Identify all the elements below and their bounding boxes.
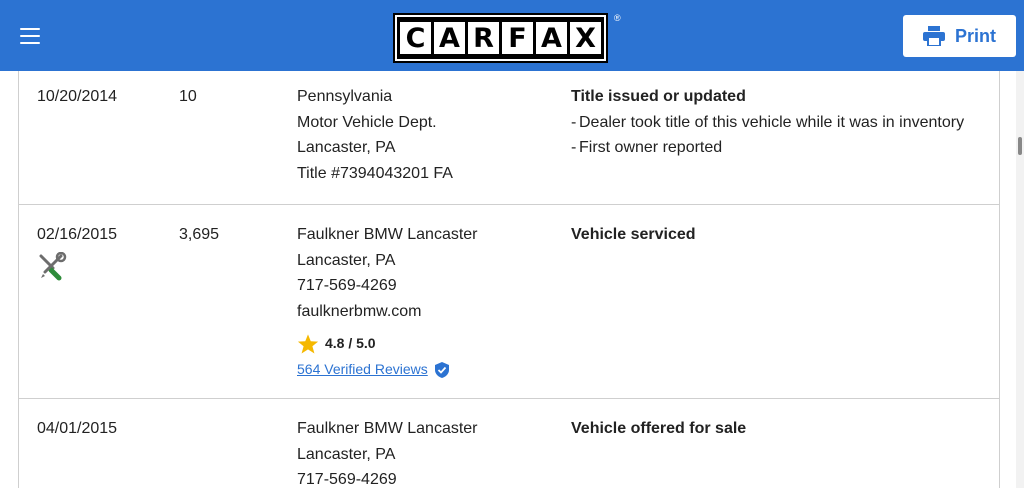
verified-shield-icon [434,361,449,378]
source-line: Faulkner BMW Lancaster [297,226,478,243]
logo-letter: A [434,22,465,54]
logo-letter: F [502,22,533,54]
record-date: 10/20/2014 [37,88,118,105]
scrollbar-thumb[interactable] [1018,137,1022,155]
record-comments: Vehicle offered for sale [571,416,991,442]
record-source: Faulkner BMW Lancaster Lancaster, PA 717… [297,222,478,383]
record-date: 02/16/2015 [37,222,117,282]
hamburger-menu-icon[interactable] [20,28,40,44]
scrollbar-track[interactable] [1016,71,1024,488]
event-title: Vehicle serviced [571,226,696,243]
record-odometer: 3,695 [179,226,220,243]
record-date: 04/01/2015 [37,420,118,437]
source-line: 717-569-4269 [297,471,397,489]
table-row: 10/20/2014 10 Pennsylvania Motor Vehicle… [19,71,999,205]
source-line: Motor Vehicle Dept. [297,113,437,131]
reviews-label[interactable]: 564 Verified Reviews [297,357,428,383]
source-line: Lancaster, PA [297,251,396,269]
source-line: Pennsylvania [297,88,393,105]
app-header: C A R F A X ® Print [0,0,1024,71]
source-line: Title #7394043201 FA [297,164,453,182]
logo-letter: X [570,22,601,54]
star-icon [297,334,319,354]
rating-value: 4.8 / 5.0 [325,335,376,352]
record-odometer: 10 [179,88,197,105]
verified-reviews-link[interactable]: 564 Verified Reviews [297,357,478,383]
table-row: 02/16/2015 3,695 Faulkner BMW Lancaster … [19,204,999,399]
carfax-logo: C A R F A X [395,15,606,61]
logo-letter: R [468,22,499,54]
source-line: Lancaster, PA [297,445,396,463]
record-source: Faulkner BMW Lancaster Lancaster, PA 717… [297,416,478,493]
logo-letter: C [400,22,431,54]
record-comments: Vehicle serviced [571,222,991,248]
print-label: Print [954,25,996,46]
record-source: Pennsylvania Motor Vehicle Dept. Lancast… [297,84,453,186]
printer-icon [922,26,945,46]
record-date-text: 02/16/2015 [37,226,118,243]
event-title: Title issued or updated [571,88,746,105]
dealer-rating: 4.8 / 5.0 [297,331,478,357]
registered-mark: ® [614,13,621,23]
source-line: faulknerbmw.com [297,302,422,320]
source-line: 717-569-4269 [297,277,397,295]
wrench-screwdriver-icon [39,251,67,281]
source-line: Faulkner BMW Lancaster [297,420,478,437]
record-comments: Title issued or updated - Dealer took tit… [571,84,991,161]
logo-letter: A [536,22,567,54]
history-table: 10/20/2014 10 Pennsylvania Motor Vehicle… [18,71,1000,488]
table-row: 04/01/2015 Faulkner BMW Lancaster Lancas… [19,398,999,498]
detail-item: - First owner reported [571,139,723,157]
event-title: Vehicle offered for sale [571,420,747,437]
detail-item: - Dealer took title of this vehicle while… [571,113,965,131]
source-line: Lancaster, PA [297,139,396,157]
print-button[interactable]: Print [903,15,1016,57]
